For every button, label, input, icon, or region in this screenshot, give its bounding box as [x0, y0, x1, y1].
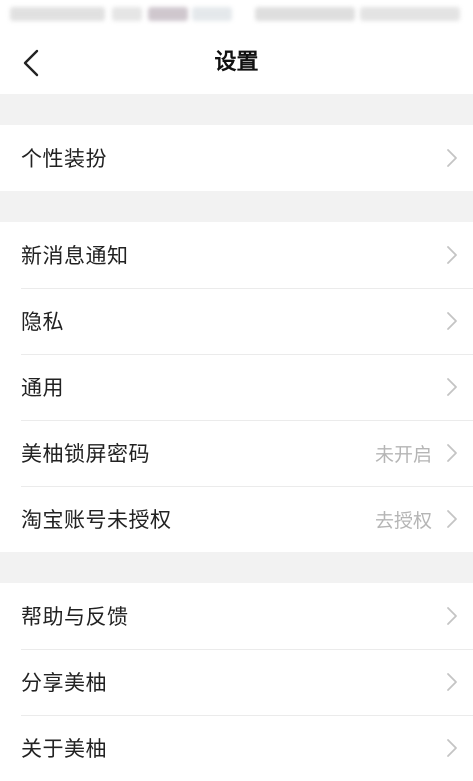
nav-bar: 设置 [0, 32, 473, 94]
settings-item-notifications[interactable]: 新消息通知 [0, 222, 473, 288]
settings-item-share[interactable]: 分享美柚 [0, 649, 473, 715]
chevron-left-icon [23, 49, 39, 77]
chevron-right-icon [445, 671, 459, 693]
status-blur-segment [10, 7, 105, 21]
chevron-right-icon [445, 442, 459, 464]
status-blur-segment [360, 7, 460, 21]
settings-item-value: 未开启 [374, 443, 432, 466]
status-blur-segment [112, 7, 142, 21]
settings-group: 帮助与反馈 分享美柚 关于美柚 [0, 583, 473, 781]
settings-item-privacy[interactable]: 隐私 [0, 288, 473, 354]
settings-item-label: 新消息通知 [21, 244, 129, 268]
chevron-right-icon [445, 310, 459, 332]
settings-group: 新消息通知 隐私 通用 美柚锁屏密码 未开启 淘宝账号未授权 去授权 [0, 222, 473, 552]
settings-item-personalize[interactable]: 个性装扮 [0, 125, 473, 191]
settings-item-about[interactable]: 关于美柚 [0, 715, 473, 781]
settings-group: 个性装扮 [0, 125, 473, 191]
status-blur-segment [192, 7, 232, 21]
settings-item-label: 美柚锁屏密码 [21, 442, 150, 466]
chevron-right-icon [445, 376, 459, 398]
status-bar [0, 0, 473, 32]
settings-list: 个性装扮 新消息通知 隐私 通用 美柚锁屏密码 未开启 淘宝账号未授权 去授权 … [0, 94, 473, 781]
chevron-right-icon [445, 508, 459, 530]
section-gap [0, 552, 473, 583]
back-button[interactable] [6, 38, 56, 88]
settings-item-label: 淘宝账号未授权 [21, 508, 172, 532]
settings-item-help-feedback[interactable]: 帮助与反馈 [0, 583, 473, 649]
chevron-right-icon [445, 737, 459, 759]
settings-item-label: 通用 [21, 376, 64, 400]
status-blur-segment [255, 7, 355, 21]
chevron-right-icon [445, 147, 459, 169]
settings-item-label: 分享美柚 [21, 671, 107, 695]
settings-item-label: 隐私 [21, 310, 64, 334]
settings-item-lock-screen-password[interactable]: 美柚锁屏密码 未开启 [0, 420, 473, 486]
settings-item-taobao-authorization[interactable]: 淘宝账号未授权 去授权 [0, 486, 473, 552]
settings-item-label: 帮助与反馈 [21, 605, 129, 629]
chevron-right-icon [445, 605, 459, 627]
section-gap [0, 191, 473, 222]
settings-item-label: 个性装扮 [21, 147, 107, 171]
section-gap [0, 94, 473, 125]
settings-item-label: 关于美柚 [21, 737, 107, 761]
settings-item-value: 去授权 [374, 509, 432, 532]
status-blur-segment [148, 7, 188, 21]
page-title: 设置 [214, 50, 259, 75]
chevron-right-icon [445, 244, 459, 266]
settings-item-general[interactable]: 通用 [0, 354, 473, 420]
